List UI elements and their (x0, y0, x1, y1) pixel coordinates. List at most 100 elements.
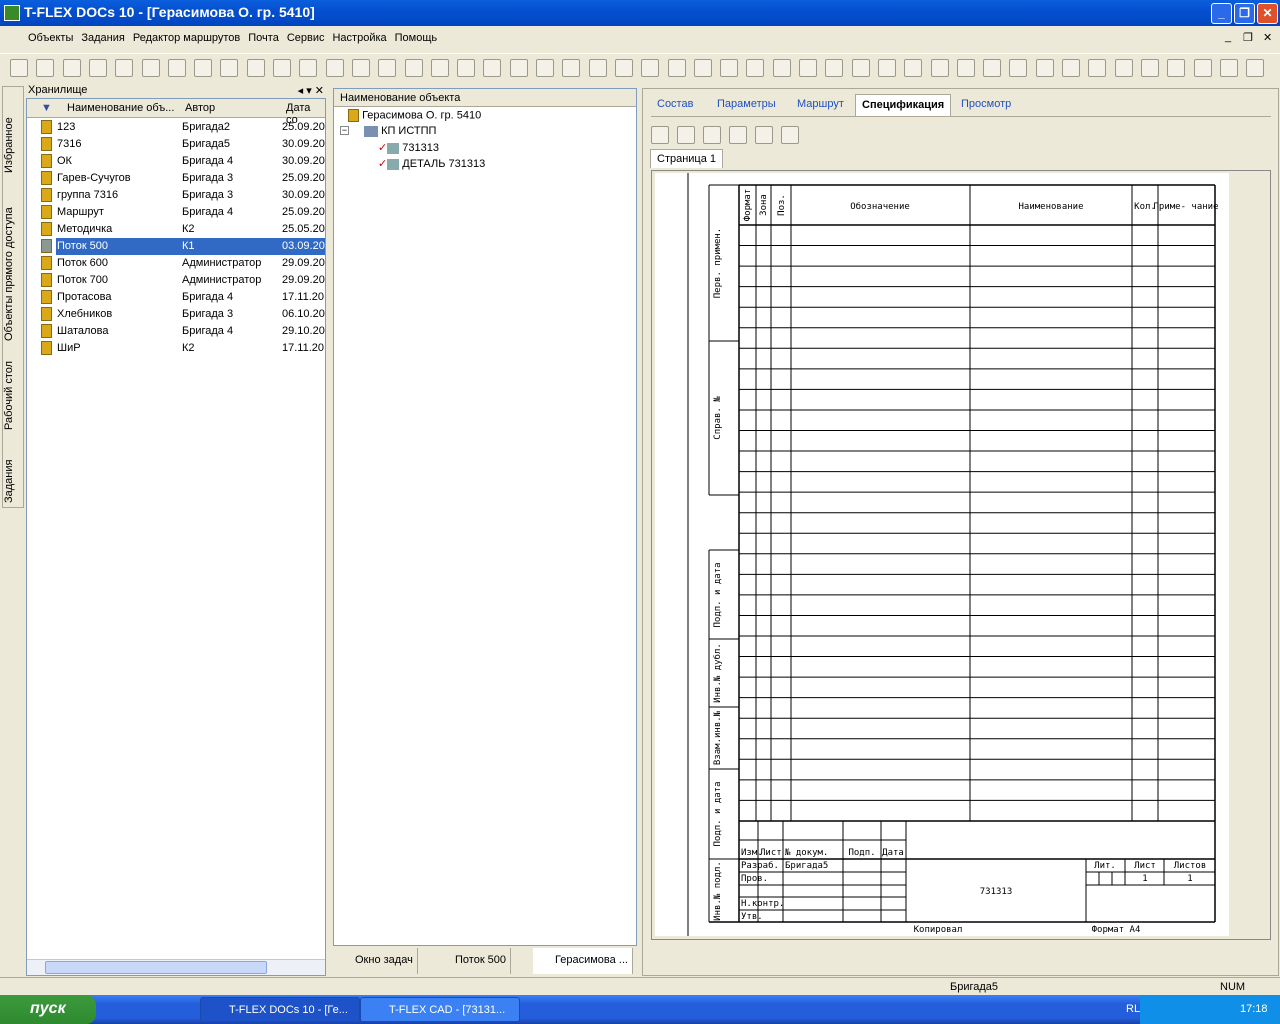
menu-mail[interactable]: Почта (248, 32, 279, 44)
toolbar-button-icon[interactable] (1009, 59, 1028, 77)
storage-row[interactable]: Методичка К2 25.05.20 (27, 221, 325, 238)
tab-preview[interactable]: Просмотр (955, 94, 1017, 116)
toolbar-button-icon[interactable] (141, 59, 160, 77)
tab-task-window[interactable]: Окно задач (333, 948, 418, 974)
menu-route-editor[interactable]: Редактор маршрутов (133, 32, 240, 44)
toolbar-button-icon[interactable] (641, 59, 660, 77)
fit-icon[interactable] (703, 126, 721, 144)
tree-leaf[interactable]: ✓ ДЕТАЛЬ 731313 (378, 157, 485, 170)
toolbar-button-icon[interactable] (273, 59, 291, 77)
tab-gerasimova[interactable]: Герасимова ... (533, 948, 633, 974)
toolbar-button-icon[interactable] (1114, 59, 1133, 77)
column-author[interactable]: Автор (185, 102, 215, 114)
toolbar-button-icon[interactable] (36, 59, 55, 77)
toolbar-button-icon[interactable] (62, 59, 81, 77)
task-tflex-docs[interactable]: T-FLEX DOCs 10 - [Ге... (200, 997, 360, 1022)
storage-row[interactable]: ОК Бригада 4 30.09.20 (27, 153, 325, 170)
menu-tasks[interactable]: Задания (81, 32, 124, 44)
tree-root[interactable]: Герасимова О. гр. 5410 (348, 109, 481, 122)
storage-row[interactable]: Гарев-Сучугов Бригада 3 25.09.20 (27, 170, 325, 187)
toolbar-button-icon[interactable] (614, 59, 633, 77)
toolbar-button-icon[interactable] (799, 59, 817, 77)
minimize-button[interactable]: _ (1211, 3, 1232, 24)
side-tab-tasks[interactable]: Задания (3, 455, 23, 507)
storage-row[interactable]: Протасова Бригада 4 17.11.20 (27, 289, 325, 306)
panel-close-icon[interactable]: ◂ ▾ ✕ (298, 84, 324, 97)
toolbar-button-icon[interactable] (877, 59, 896, 77)
storage-row[interactable]: Шаталова Бригада 4 29.10.20 (27, 323, 325, 340)
toolbar-button-icon[interactable] (1035, 59, 1054, 77)
storage-row[interactable]: ШиР К2 17.11.20 (27, 340, 325, 357)
storage-row[interactable]: 7316 Бригада5 30.09.20 (27, 136, 325, 153)
toolbar-button-icon[interactable] (1088, 59, 1107, 77)
toolbar-button-icon[interactable] (509, 59, 528, 77)
settings-icon[interactable] (781, 126, 799, 144)
toolbar-button-icon[interactable] (825, 59, 844, 77)
menu-settings[interactable]: Настройка (332, 32, 386, 44)
storage-row[interactable]: группа 7316 Бригада 3 30.09.20 (27, 187, 325, 204)
menu-objects[interactable]: Объекты (28, 32, 73, 44)
toolbar-button-icon[interactable] (746, 59, 765, 77)
toolbar-button-icon[interactable] (483, 59, 502, 77)
storage-row[interactable]: Поток 500 К1 03.09.20 (27, 238, 325, 255)
collapse-icon[interactable]: − (340, 126, 349, 135)
toolbar-button-icon[interactable] (167, 59, 186, 77)
toolbar-button-icon[interactable] (851, 59, 870, 77)
page-tab[interactable]: Страница 1 (650, 149, 724, 168)
toolbar-button-icon[interactable] (536, 59, 554, 77)
close-button[interactable]: ✕ (1257, 3, 1278, 24)
tab-potok-500[interactable]: Поток 500 (433, 948, 512, 974)
tree-node-kp[interactable]: КП ИСТПП (364, 125, 436, 137)
mdi-minimize-button[interactable]: _ (1225, 31, 1231, 43)
task-tflex-cad[interactable]: T-FLEX CAD - [73131... (360, 997, 520, 1022)
toolbar-button-icon[interactable] (562, 59, 581, 77)
toolbar-button-icon[interactable] (1246, 59, 1265, 77)
toolbar-button-icon[interactable] (457, 59, 476, 77)
toolbar-button-icon[interactable] (1167, 59, 1186, 77)
toolbar-button-icon[interactable] (115, 59, 134, 77)
scrollbar-thumb[interactable] (45, 961, 267, 974)
toolbar-button-icon[interactable] (693, 59, 712, 77)
toolbar-button-icon[interactable] (299, 59, 318, 77)
toolbar-button-icon[interactable] (588, 59, 607, 77)
mdi-restore-button[interactable]: ❐ (1243, 31, 1253, 44)
menu-service[interactable]: Сервис (287, 32, 325, 44)
tree-leaf[interactable]: ✓ 731313 (378, 141, 439, 154)
toolbar-button-icon[interactable] (430, 59, 449, 77)
toolbar-button-icon[interactable] (378, 59, 397, 77)
language-indicator[interactable]: RL (1126, 1003, 1140, 1015)
toolbar-button-icon[interactable] (772, 59, 791, 77)
toolbar-button-icon[interactable] (88, 59, 107, 77)
toolbar-button-icon[interactable] (720, 59, 739, 77)
side-tab-favorites[interactable]: Избранное (3, 105, 23, 185)
print-icon[interactable] (651, 126, 669, 144)
toolbar-button-icon[interactable] (404, 59, 423, 77)
toolbar-button-icon[interactable] (194, 59, 213, 77)
tab-composition[interactable]: Состав (651, 94, 699, 116)
toolbar-button-icon[interactable] (983, 59, 1002, 77)
toolbar-button-icon[interactable] (220, 59, 239, 77)
toolbar-button-icon[interactable] (351, 59, 370, 77)
toolbar-button-icon[interactable] (1062, 59, 1080, 77)
storage-row[interactable]: Поток 700 Администратор 29.09.20 (27, 272, 325, 289)
storage-row[interactable]: 123 Бригада2 25.09.20 (27, 119, 325, 136)
toolbar-button-icon[interactable] (1219, 59, 1238, 77)
toolbar-button-icon[interactable] (1140, 59, 1159, 77)
toolbar-button-icon[interactable] (10, 59, 28, 77)
mdi-close-button[interactable]: ✕ (1263, 31, 1272, 44)
zoom-icon[interactable] (755, 126, 773, 144)
horizontal-scrollbar[interactable] (27, 959, 325, 975)
toolbar-button-icon[interactable] (1193, 59, 1212, 77)
toolbar-button-icon[interactable] (930, 59, 949, 77)
toolbar-button-icon[interactable] (904, 59, 923, 77)
toolbar-button-icon[interactable] (325, 59, 344, 77)
storage-row[interactable]: Маршрут Бригада 4 25.09.20 (27, 204, 325, 221)
tab-specification[interactable]: Спецификация (855, 94, 952, 116)
tab-route[interactable]: Маршрут (791, 94, 850, 116)
start-button[interactable]: пуск (0, 995, 96, 1024)
side-tab-desktop[interactable]: Рабочий стол (3, 359, 23, 431)
column-name[interactable]: Наименование объ... (67, 102, 174, 114)
toolbar-button-icon[interactable] (956, 59, 975, 77)
preview-icon[interactable] (677, 126, 695, 144)
toolbar-button-icon[interactable] (667, 59, 686, 77)
